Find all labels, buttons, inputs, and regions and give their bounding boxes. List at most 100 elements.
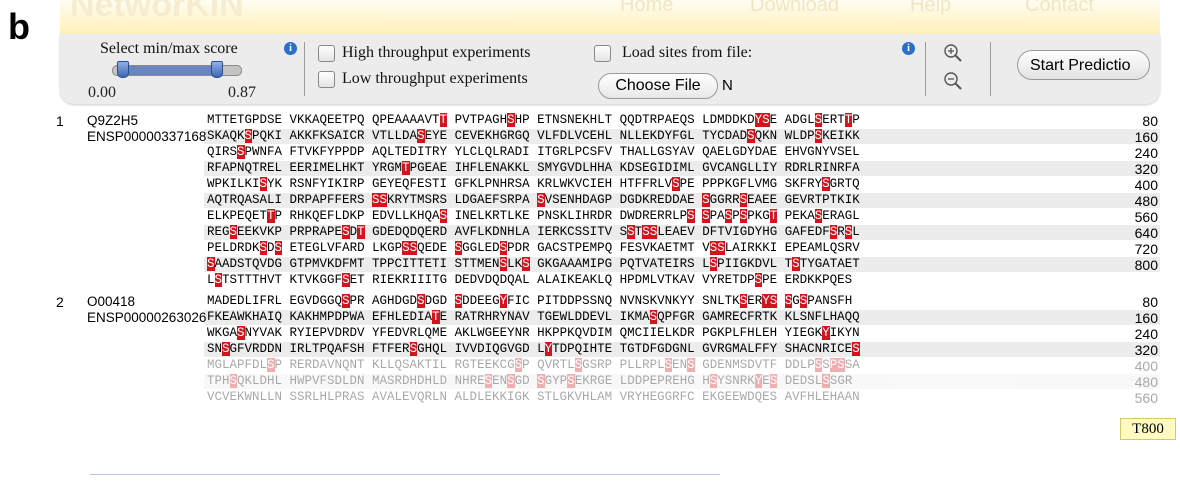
phosphosite-highlight[interactable]: S xyxy=(814,209,823,223)
phosphosite-highlight[interactable]: S xyxy=(342,273,350,287)
min-score-value: 0.00 xyxy=(88,84,116,101)
phosphosite-highlight[interactable]: S xyxy=(739,193,748,207)
phosphosite-highlight[interactable]: S xyxy=(229,374,238,388)
phosphosite-highlight[interactable]: T xyxy=(844,113,853,127)
phosphosite-highlight[interactable]: T xyxy=(267,209,275,223)
phosphosite-highlight[interactable]: SS xyxy=(402,241,418,255)
zoom-out-icon[interactable] xyxy=(942,70,964,92)
phosphosite-highlight[interactable]: S xyxy=(814,129,823,143)
phosphosite-highlight[interactable]: S xyxy=(739,209,748,223)
nav-contact-link[interactable]: Contact xyxy=(1025,0,1094,17)
phosphosite-highlight[interactable]: S xyxy=(709,257,718,271)
phosphosite-highlight[interactable]: S xyxy=(454,241,463,255)
phosphosite-highlight[interactable]: S xyxy=(829,225,838,239)
phosphosite-highlight[interactable]: S xyxy=(567,374,575,388)
phosphosite-highlight[interactable]: S xyxy=(229,225,238,239)
phosphosite-highlight[interactable]: S xyxy=(672,177,680,191)
phosphosite-highlight[interactable]: S xyxy=(222,342,230,356)
phosphosite-highlight[interactable]: S xyxy=(417,129,425,143)
phosphosite-highlight[interactable]: S xyxy=(627,225,635,239)
low-throughput-checkbox[interactable] xyxy=(318,71,335,88)
phosphosite-highlight[interactable]: T xyxy=(439,113,448,127)
phosphosite-highlight[interactable]: T xyxy=(769,209,778,223)
slider-max-handle[interactable] xyxy=(210,61,223,78)
phosphosite-highlight[interactable]: S xyxy=(417,294,425,308)
start-prediction-button[interactable]: Start Predictio xyxy=(1017,50,1150,80)
phosphosite-highlight[interactable]: S xyxy=(514,358,523,372)
phosphosite-highlight[interactable]: S xyxy=(207,257,215,271)
phosphosite-highlight[interactable]: S xyxy=(439,209,448,223)
phosphosite-highlight[interactable]: S xyxy=(342,294,350,308)
phosphosite-highlight[interactable]: S xyxy=(574,358,583,372)
phosphosite-highlight[interactable]: S xyxy=(799,294,808,308)
phosphosite-highlight[interactable]: S xyxy=(844,225,853,239)
phosphosite-highlight[interactable]: S xyxy=(237,145,245,159)
choose-file-button[interactable]: Choose File xyxy=(598,73,718,99)
phosphosite-highlight[interactable]: PS xyxy=(829,358,845,372)
phosphosite-highlight[interactable]: S xyxy=(687,209,695,223)
nav-download-link[interactable]: Download xyxy=(750,0,839,17)
phosphosite-highlight[interactable]: Y xyxy=(499,294,508,308)
score-info-icon[interactable]: i xyxy=(284,42,297,55)
phosphosite-highlight[interactable]: S xyxy=(747,129,755,143)
phosphosite-highlight[interactable]: S xyxy=(454,294,463,308)
high-throughput-checkbox[interactable] xyxy=(318,45,335,62)
phosphosite-highlight[interactable]: Y xyxy=(822,326,830,340)
phosphosite-highlight[interactable]: S xyxy=(769,374,778,388)
phosphosite-highlight[interactable]: S xyxy=(664,358,673,372)
phosphosite-highlight[interactable]: S xyxy=(792,257,800,271)
phosphosite-highlight[interactable]: S xyxy=(702,193,710,207)
phosphosite-highlight[interactable]: S xyxy=(484,374,493,388)
zoom-in-icon[interactable] xyxy=(942,42,964,64)
phosphosite-highlight[interactable]: S xyxy=(687,358,695,372)
phosphosite-highlight[interactable]: S xyxy=(244,129,253,143)
phosphosite-highlight[interactable]: S xyxy=(784,294,793,308)
phosphosite-highlight[interactable]: S xyxy=(537,374,545,388)
phosphosite-highlight[interactable]: S xyxy=(814,113,823,127)
phosphosite-highlight[interactable]: YS xyxy=(762,294,778,308)
ensembl-id[interactable]: ENSP00000337168 xyxy=(87,129,206,144)
phosphosite-highlight[interactable]: S xyxy=(822,177,830,191)
phosphosite-highlight[interactable]: S xyxy=(507,374,515,388)
phosphosite-highlight[interactable]: S xyxy=(409,342,418,356)
phosphosite-highlight[interactable]: S xyxy=(822,374,830,388)
phosphosite-highlight[interactable]: S xyxy=(274,241,283,255)
phosphosite-highlight[interactable]: S xyxy=(259,241,268,255)
phosphosite-highlight[interactable]: S xyxy=(507,113,515,127)
protein-accession[interactable]: Q9Z2H5 xyxy=(87,113,138,128)
phosphosite-highlight[interactable]: S xyxy=(709,374,718,388)
phosphosite-highlight[interactable]: S xyxy=(814,358,823,372)
phosphosite-highlight[interactable]: S xyxy=(499,257,508,271)
phosphosite-highlight[interactable]: SS xyxy=(709,241,725,255)
phosphosite-highlight[interactable]: T xyxy=(357,225,365,239)
phosphosite-highlight[interactable]: S xyxy=(754,273,763,287)
ensembl-id[interactable]: ENSP00000263026 xyxy=(87,310,206,325)
phosphosite-highlight[interactable]: S xyxy=(649,310,658,324)
phosphosite-highlight[interactable]: S xyxy=(522,257,530,271)
phosphosite-highlight[interactable]: T xyxy=(402,161,410,175)
phosphosite-highlight[interactable]: S xyxy=(214,273,223,287)
protein-accession[interactable]: O00418 xyxy=(87,294,135,309)
phosphosite-highlight[interactable]: S xyxy=(702,209,710,223)
load-sites-checkbox[interactable] xyxy=(594,45,611,62)
phosphosite-highlight[interactable]: SS xyxy=(642,225,658,239)
score-range-slider[interactable] xyxy=(112,61,242,78)
phosphosite-highlight[interactable]: S xyxy=(342,225,350,239)
phosphosite-highlight[interactable]: YS xyxy=(754,113,770,127)
phosphosite-highlight[interactable]: S xyxy=(537,193,545,207)
phosphosite-highlight[interactable]: S xyxy=(259,177,268,191)
slider-min-handle[interactable] xyxy=(117,61,129,78)
nav-home-link[interactable]: Home xyxy=(620,0,673,17)
phosphosite-highlight[interactable]: S xyxy=(237,326,245,340)
phosphosite-highlight[interactable]: Y xyxy=(754,374,763,388)
phosphosite-highlight[interactable]: S xyxy=(724,209,733,223)
nav-help-link[interactable]: Help xyxy=(910,0,951,17)
phosphosite-highlight[interactable]: T xyxy=(432,310,440,324)
phosphosite-highlight[interactable]: S xyxy=(739,294,748,308)
phosphosite-highlight[interactable]: Y xyxy=(544,342,553,356)
phosphosite-highlight[interactable]: S xyxy=(499,241,508,255)
phosphosite-highlight[interactable]: S xyxy=(267,358,275,372)
phosphosite-highlight[interactable]: S xyxy=(852,342,860,356)
load-info-icon[interactable]: i xyxy=(902,42,915,55)
phosphosite-highlight[interactable]: SS xyxy=(372,193,388,207)
